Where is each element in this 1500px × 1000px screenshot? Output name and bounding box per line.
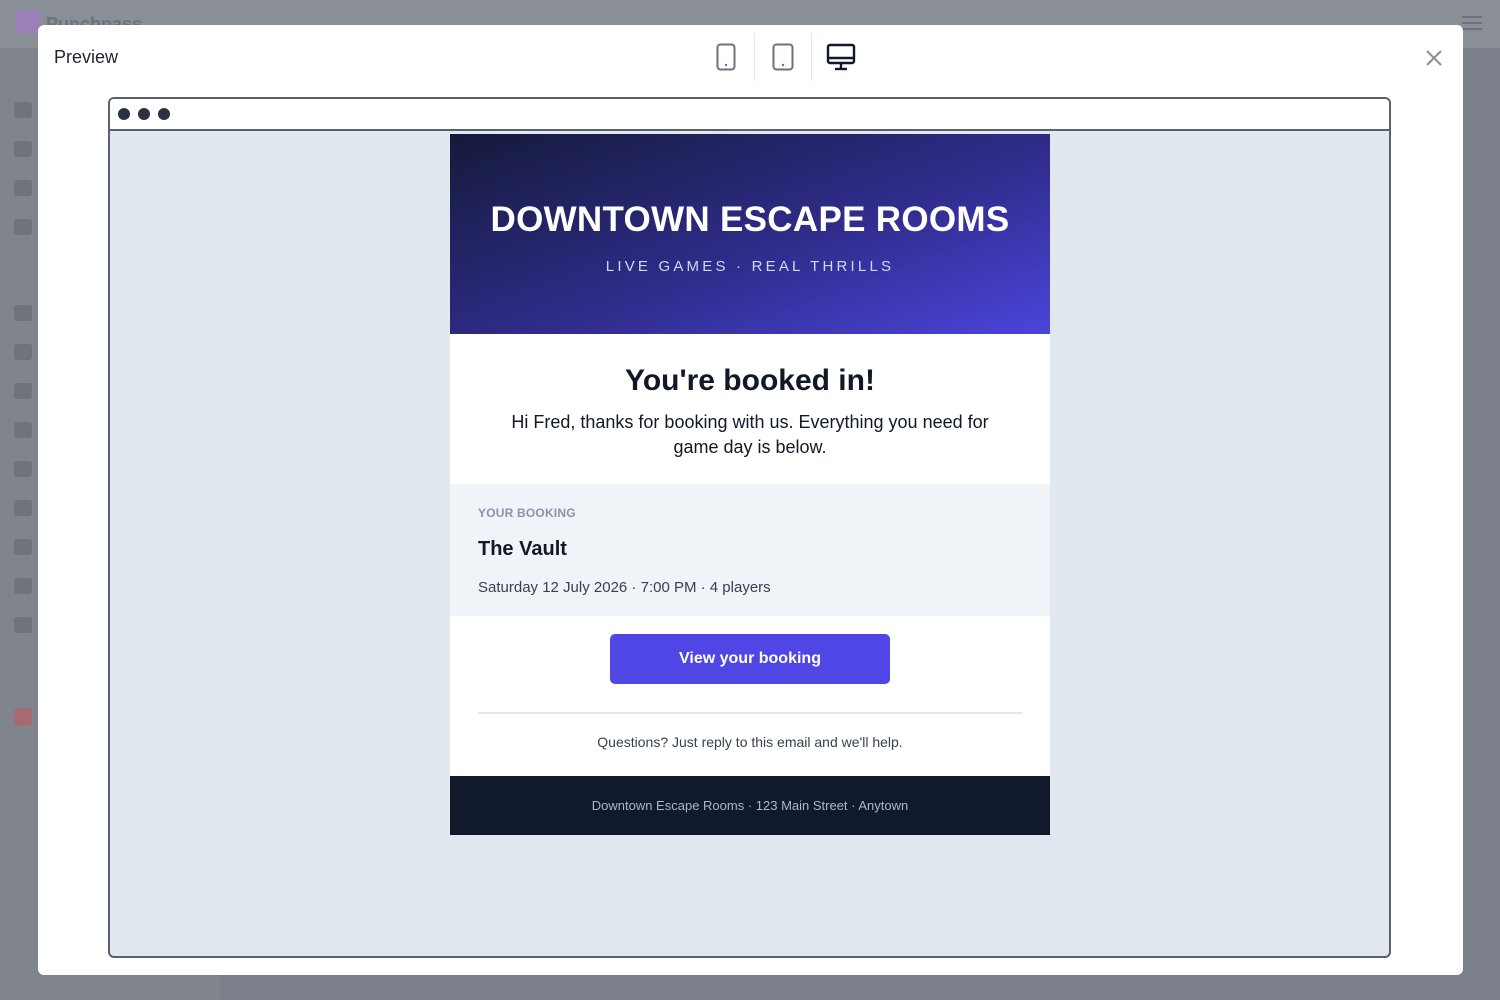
email-hero: DOWNTOWN ESCAPE ROOMS LIVE GAMES · REAL … bbox=[450, 134, 1050, 334]
booking-card: YOUR BOOKING The Vault Saturday 12 July … bbox=[450, 484, 1050, 616]
cta-section: View your booking Questions? Just reply … bbox=[450, 616, 1050, 776]
desktop-icon bbox=[826, 43, 855, 71]
chart-icon bbox=[14, 344, 32, 360]
modal-title: Preview bbox=[54, 47, 119, 67]
avatar-badge bbox=[14, 708, 32, 726]
tablet-icon bbox=[772, 43, 794, 71]
window-dot bbox=[118, 108, 130, 120]
clipboard-icon bbox=[14, 422, 32, 438]
email-preview: DOWNTOWN ESCAPE ROOMS LIVE GAMES · REAL … bbox=[450, 134, 1050, 835]
hero-subtitle: LIVE GAMES · REAL THRILLS bbox=[605, 258, 895, 275]
gear-icon bbox=[14, 578, 32, 594]
image-icon bbox=[14, 305, 32, 321]
mobile-icon bbox=[716, 43, 736, 71]
preview-modal: Preview DOWNTOWN ESCAPE ROOMS LIVE GAMES… bbox=[38, 25, 1463, 975]
browser-frame: DOWNTOWN ESCAPE ROOMS LIVE GAMES · REAL … bbox=[108, 97, 1391, 958]
window-dot bbox=[138, 108, 150, 120]
home-icon bbox=[14, 102, 32, 118]
browser-toolbar bbox=[110, 99, 1389, 131]
mobile-view-button[interactable] bbox=[698, 33, 755, 81]
hamburger-icon bbox=[1462, 16, 1482, 30]
email-intro-text: Hi Fred, thanks for booking with us. Eve… bbox=[511, 412, 989, 457]
close-icon bbox=[1426, 50, 1442, 66]
user-icon bbox=[14, 180, 32, 196]
booking-details: Saturday 12 July 2026 · 7:00 PM · 4 play… bbox=[478, 579, 771, 596]
download-icon bbox=[14, 539, 32, 555]
help-text: Questions? Just reply to this email and … bbox=[597, 734, 903, 750]
desktop-view-button[interactable] bbox=[812, 33, 869, 81]
hero-title: DOWNTOWN ESCAPE ROOMS bbox=[490, 200, 1010, 239]
tag-icon bbox=[14, 383, 32, 399]
view-booking-button[interactable]: View your booking bbox=[610, 634, 890, 684]
email-intro: You're booked in! Hi Fred, thanks for bo… bbox=[450, 334, 1050, 484]
printer-icon bbox=[14, 500, 32, 516]
booking-label: YOUR BOOKING bbox=[478, 506, 576, 520]
email-heading: You're booked in! bbox=[625, 364, 875, 397]
device-switcher bbox=[698, 33, 869, 81]
window-dot bbox=[158, 108, 170, 120]
booking-name: The Vault bbox=[478, 538, 567, 560]
globe-icon bbox=[14, 141, 32, 157]
app-logo bbox=[16, 10, 40, 34]
help-icon bbox=[14, 617, 32, 633]
users-icon bbox=[14, 219, 32, 235]
tablet-view-button[interactable] bbox=[755, 33, 812, 81]
email-footer: Downtown Escape Rooms · 123 Main Street … bbox=[450, 776, 1050, 835]
megaphone-icon bbox=[14, 461, 32, 477]
close-button[interactable] bbox=[1423, 47, 1445, 69]
